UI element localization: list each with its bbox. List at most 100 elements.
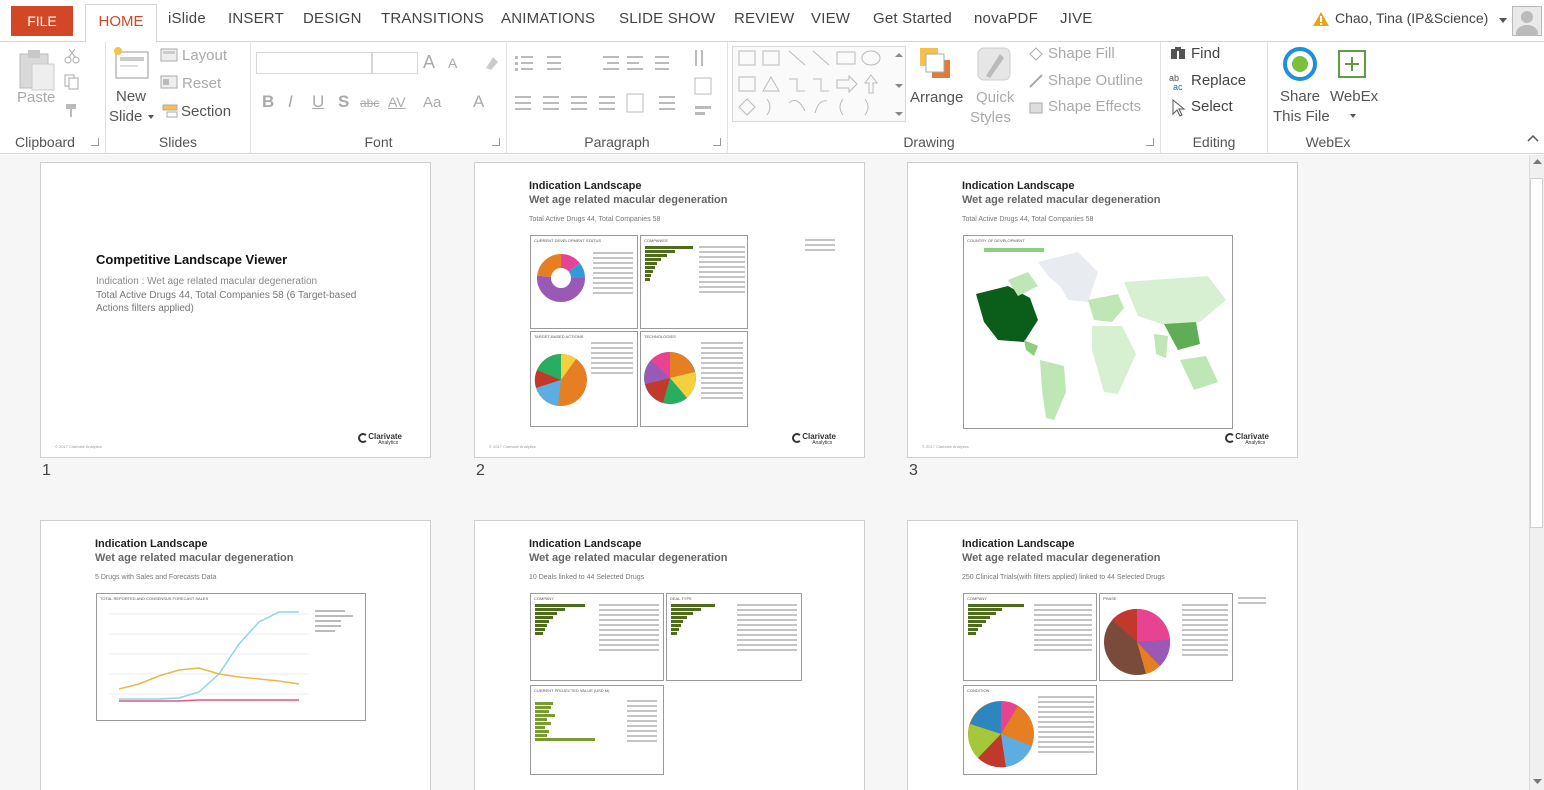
grow-font-button[interactable]: A: [423, 52, 435, 73]
new-slide-icon[interactable]: [112, 46, 152, 82]
reset-button[interactable]: Reset: [182, 75, 221, 92]
panel-title: CURRENT DEVELOPMENT STATUS: [534, 238, 602, 243]
scrollbar-thumb[interactable]: [1530, 178, 1543, 528]
shape-outline-button[interactable]: Shape Outline: [1048, 72, 1143, 89]
clipboard-launcher-icon[interactable]: [91, 138, 99, 146]
slide-note: [805, 239, 835, 254]
panel-sales-forecast: TOTAL REPORTED AND CONSENSUS FORECAST SA…: [96, 593, 366, 721]
strikethrough-button[interactable]: abc: [360, 96, 379, 110]
find-icon[interactable]: [1169, 45, 1187, 63]
slide-title: Indication Landscape: [529, 538, 642, 550]
panel-title: CURRENT PROJECTED VALUE (USD M): [534, 688, 610, 693]
shape-fill-icon[interactable]: [1028, 46, 1044, 62]
tab-home[interactable]: HOME: [85, 4, 157, 42]
quick-styles-dropdown[interactable]: Styles: [970, 109, 1011, 126]
tab-review[interactable]: REVIEW: [734, 10, 794, 27]
quick-styles-button[interactable]: Quick: [976, 89, 1014, 106]
slide-sorter[interactable]: Competitive Landscape Viewer Indication …: [0, 155, 1529, 790]
italic-button[interactable]: I: [288, 92, 293, 112]
slide-number: 2: [476, 462, 485, 479]
arrange-icon[interactable]: [918, 46, 954, 84]
slide-thumbnail-5[interactable]: Indication Landscape Wet age related mac…: [474, 520, 865, 790]
share-this-file-button[interactable]: Share: [1280, 88, 1320, 105]
donut-chart: [537, 254, 585, 302]
panel-title: PHASE: [1103, 596, 1117, 601]
shape-effects-icon[interactable]: [1028, 99, 1044, 115]
find-button[interactable]: Find: [1191, 45, 1220, 62]
layout-button[interactable]: Layout: [182, 47, 227, 64]
shape-outline-icon[interactable]: [1028, 73, 1044, 89]
font-color-button[interactable]: A: [473, 92, 484, 112]
tab-insert[interactable]: INSERT: [228, 10, 284, 27]
quick-styles-icon[interactable]: [976, 46, 1014, 86]
scroll-down-icon[interactable]: [1533, 779, 1542, 785]
drawing-launcher-icon[interactable]: [1146, 138, 1154, 146]
scroll-up-icon[interactable]: [1533, 159, 1542, 165]
slide-text-line: Indication : Wet age related macular deg…: [96, 276, 318, 287]
shape-effects-button[interactable]: Shape Effects: [1048, 98, 1141, 115]
list-indent-icons[interactable]: [515, 52, 695, 74]
slide-title: Competitive Landscape Viewer: [96, 252, 288, 267]
slide-subtitle: Wet age related macular degeneration: [962, 552, 1161, 564]
shape-fill-button[interactable]: Shape Fill: [1048, 45, 1115, 62]
text-direction-icons[interactable]: [691, 48, 719, 128]
replace-button[interactable]: Replace: [1191, 72, 1246, 89]
section-button[interactable]: Section: [181, 103, 231, 120]
arrange-button[interactable]: Arrange: [910, 89, 963, 106]
font-name-combobox[interactable]: [256, 52, 372, 74]
tab-novapdf[interactable]: novaPDF: [974, 10, 1038, 27]
shrink-font-button[interactable]: A: [448, 55, 457, 71]
replace-icon[interactable]: abac: [1169, 72, 1189, 92]
tab-islide[interactable]: iSlide: [168, 10, 206, 27]
slide-subtitle: Wet age related macular degeneration: [529, 552, 728, 564]
new-slide-dropdown[interactable]: Slide: [109, 108, 142, 125]
tab-transitions[interactable]: TRANSITIONS: [381, 10, 484, 27]
shadow-button[interactable]: S: [338, 92, 349, 112]
character-spacing-button[interactable]: AV: [388, 94, 406, 110]
slide-thumbnail-6[interactable]: Indication Landscape Wet age related mac…: [907, 520, 1298, 790]
slide-thumbnail-4[interactable]: Indication Landscape Wet age related mac…: [40, 520, 431, 790]
user-account-name[interactable]: Chao, Tina (IP&Science): [1335, 10, 1488, 26]
tab-animations[interactable]: ANIMATIONS: [501, 10, 595, 27]
slide-thumbnail-3[interactable]: Indication Landscape Wet age related mac…: [907, 162, 1298, 458]
font-launcher-icon[interactable]: [492, 138, 500, 146]
gallery-scroll-icon[interactable]: [894, 52, 904, 118]
section-icon[interactable]: [162, 103, 178, 119]
tab-jive[interactable]: JIVE: [1060, 10, 1092, 27]
slide-number: 1: [42, 462, 51, 479]
tab-file[interactable]: FILE: [11, 6, 73, 36]
slide-thumbnail-2[interactable]: Indication Landscape Wet age related mac…: [474, 162, 865, 458]
new-slide-button[interactable]: New: [116, 88, 146, 105]
slide-footer: © 2017 Clarivate Analytics: [489, 444, 536, 449]
chevron-down-icon[interactable]: [1499, 18, 1507, 24]
webex-share-icon[interactable]: [1282, 46, 1318, 82]
cut-icon[interactable]: [64, 48, 80, 64]
alignment-icons[interactable]: [515, 92, 695, 114]
group-drawing: Arrange Quick Styles Shape Fill Shape Ou…: [728, 42, 1161, 154]
clear-formatting-icon[interactable]: [483, 54, 501, 72]
tab-slide-show[interactable]: SLIDE SHOW: [619, 10, 715, 27]
select-button[interactable]: Select: [1191, 98, 1233, 115]
select-cursor-icon[interactable]: [1171, 99, 1187, 117]
webex-button[interactable]: WebEx: [1330, 88, 1378, 105]
font-size-combobox[interactable]: [372, 52, 418, 74]
collapse-ribbon-icon[interactable]: [1527, 134, 1539, 142]
slide-thumbnail-1[interactable]: Competitive Landscape Viewer Indication …: [40, 162, 431, 458]
change-case-button[interactable]: Aa: [423, 94, 441, 111]
shapes-gallery[interactable]: [732, 46, 906, 122]
avatar[interactable]: [1512, 6, 1542, 41]
webex-add-icon[interactable]: [1336, 48, 1368, 80]
group-slides: New Slide Layout Reset Section Slides: [106, 42, 251, 154]
tab-design[interactable]: DESIGN: [303, 10, 362, 27]
underline-button[interactable]: U: [312, 92, 324, 112]
tab-view[interactable]: VIEW: [811, 10, 850, 27]
copy-icon[interactable]: [64, 74, 80, 90]
format-painter-icon[interactable]: [64, 102, 80, 118]
tab-get-started[interactable]: Get Started: [873, 10, 952, 27]
bold-button[interactable]: B: [262, 92, 274, 112]
slide-text-line: Total Active Drugs 44, Total Companies 5…: [96, 290, 357, 301]
layout-icon[interactable]: [160, 48, 178, 62]
reset-icon[interactable]: [160, 75, 178, 89]
paste-icon[interactable]: [16, 48, 58, 92]
paste-button[interactable]: Paste: [17, 89, 55, 106]
